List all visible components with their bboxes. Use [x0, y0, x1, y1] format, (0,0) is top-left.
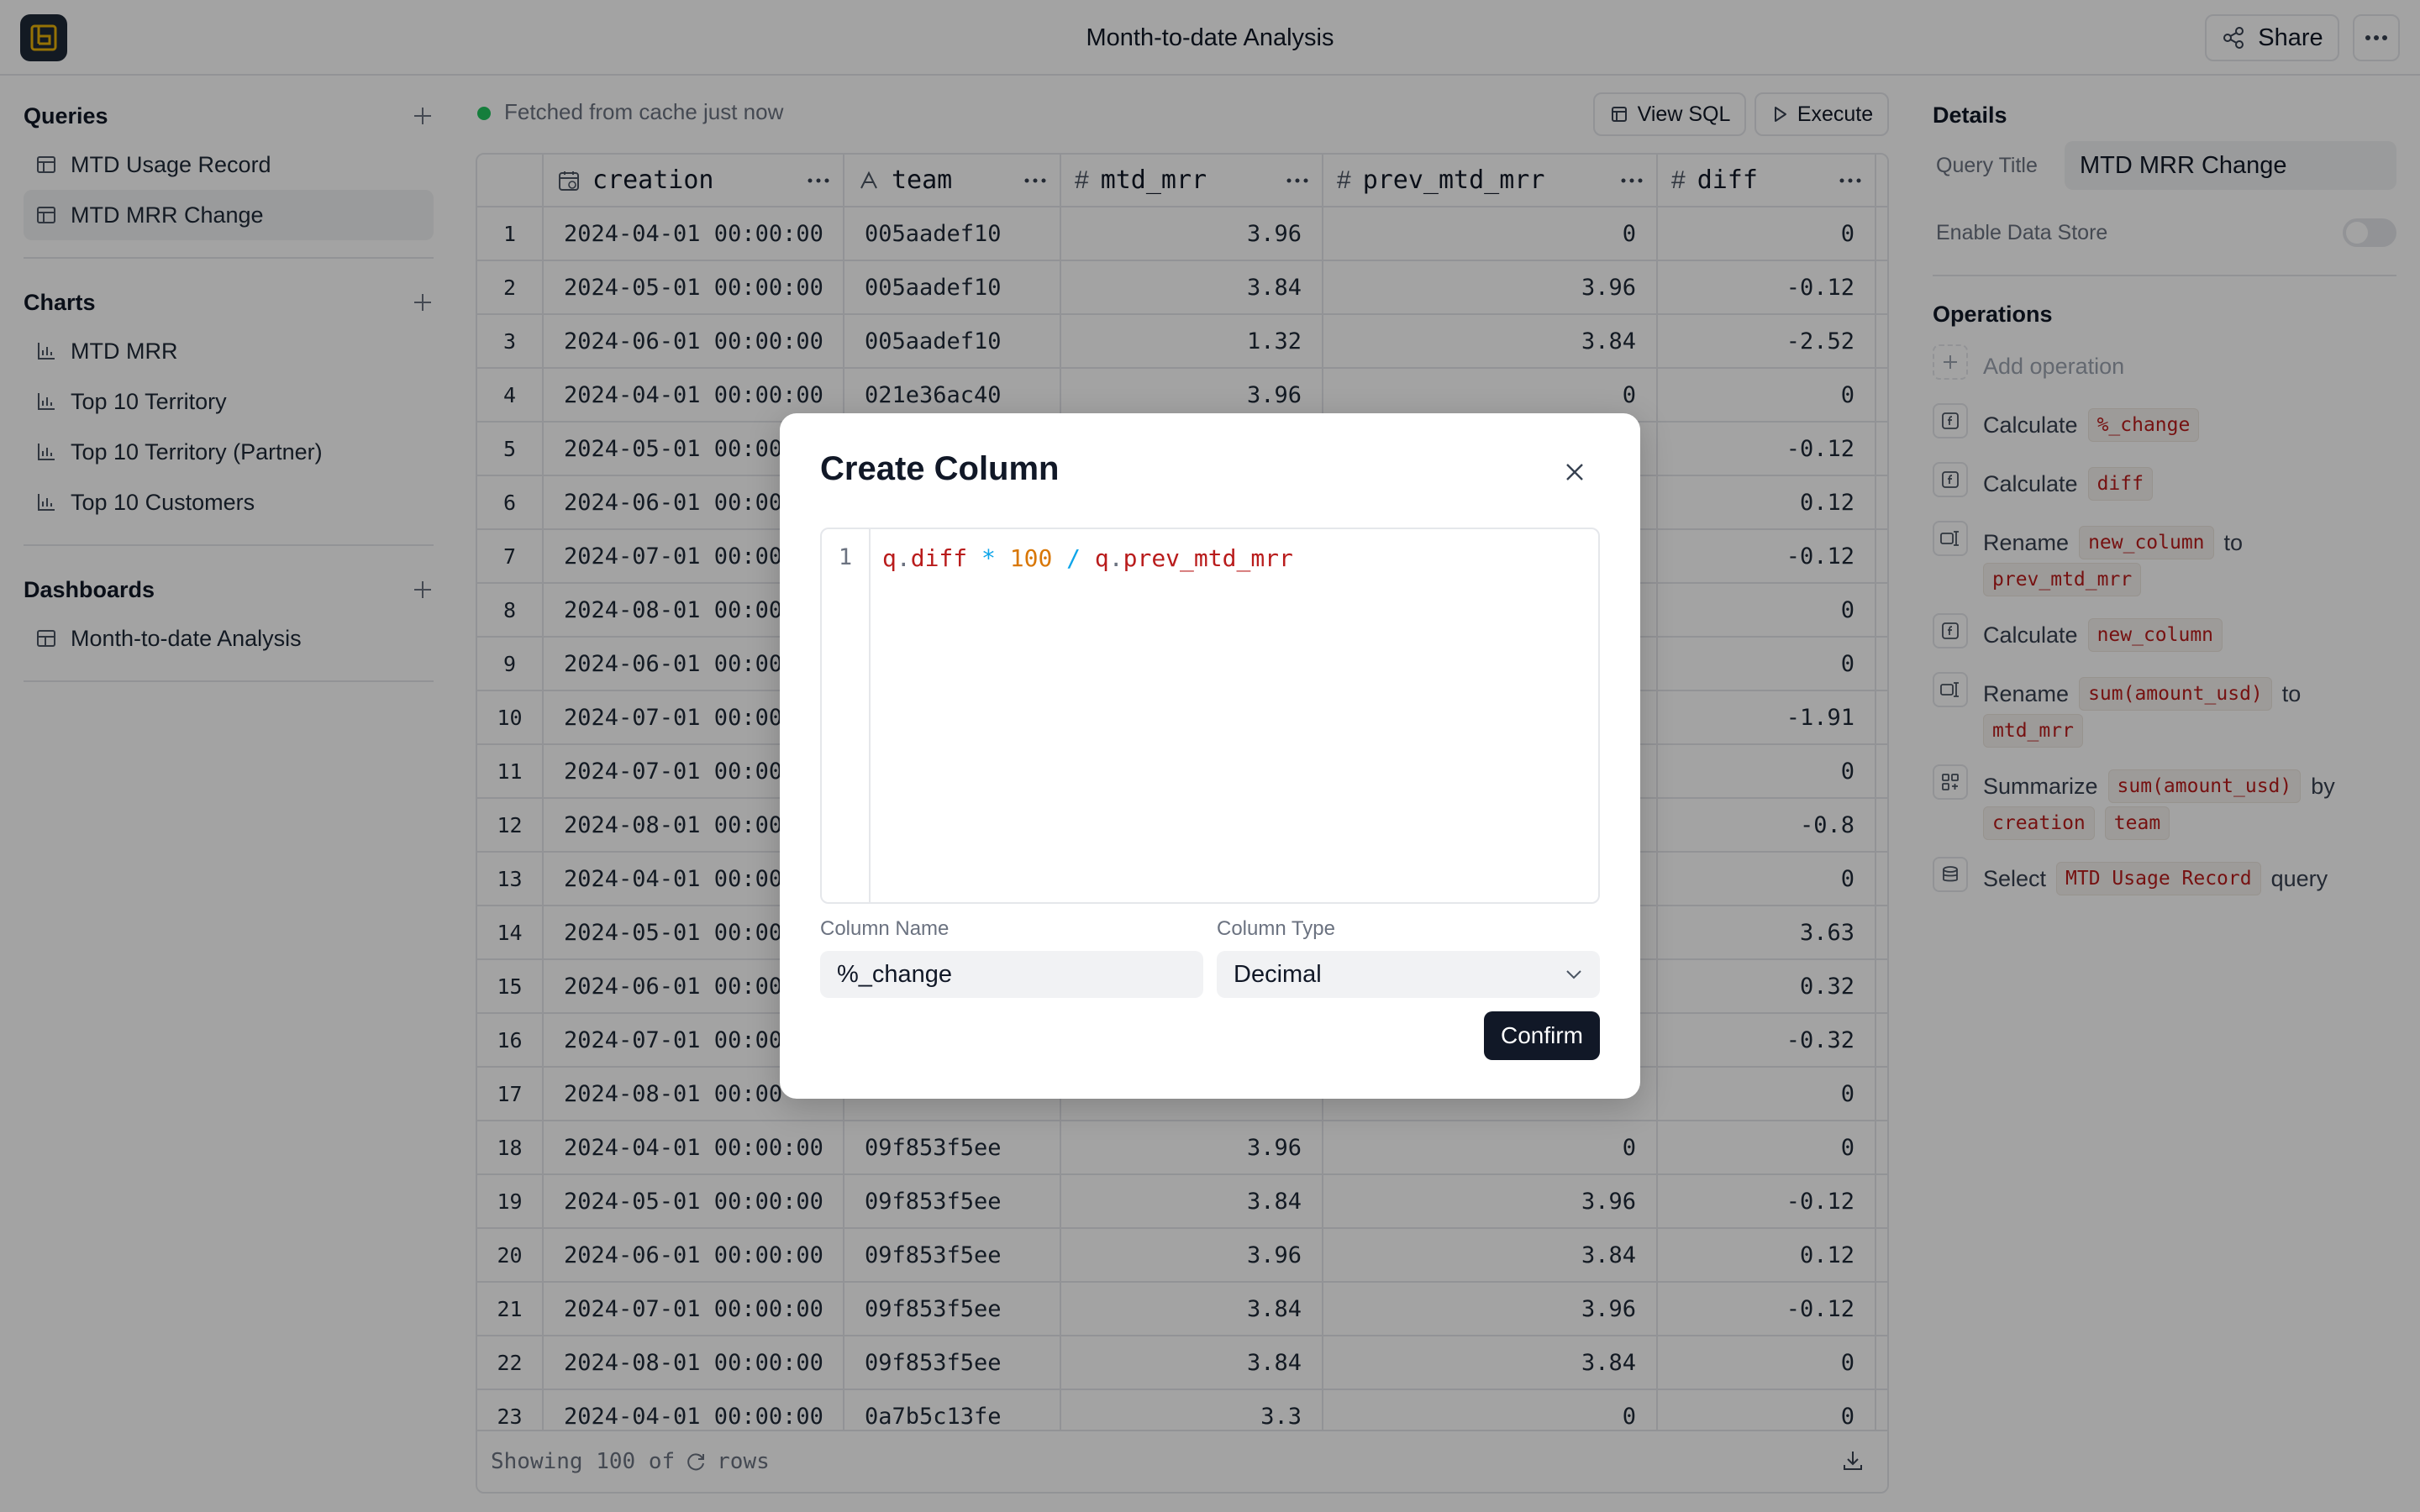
- expression-editor[interactable]: 1 q.diff * 100 / q.prev_mtd_mrr: [820, 528, 1600, 904]
- column-type-value: Decimal: [1234, 960, 1322, 988]
- column-name-input[interactable]: [820, 951, 1203, 998]
- confirm-button[interactable]: Confirm: [1484, 1011, 1600, 1060]
- close-icon: [1566, 464, 1583, 480]
- dialog-title: Create Column: [820, 450, 1060, 487]
- code-token: .: [1108, 544, 1123, 572]
- editor-gutter: 1: [822, 529, 871, 902]
- code-token: q: [882, 544, 897, 572]
- column-type-label: Column Type: [1217, 917, 1335, 940]
- close-button[interactable]: [1558, 455, 1591, 489]
- code-token: prev_mtd_mrr: [1123, 544, 1293, 572]
- code-token: diff: [910, 544, 968, 572]
- column-name-label: Column Name: [820, 917, 950, 940]
- column-type-select[interactable]: Decimal: [1217, 951, 1600, 998]
- code-token: /: [1066, 544, 1081, 572]
- code-token: *: [981, 544, 996, 572]
- create-column-dialog: Create Column 1 q.diff * 100 / q.prev_mt…: [780, 413, 1640, 1099]
- code-token: .: [896, 544, 911, 572]
- line-number: 1: [838, 544, 853, 570]
- code-token: 100: [1009, 544, 1053, 572]
- code-line[interactable]: q.diff * 100 / q.prev_mtd_mrr: [882, 544, 1293, 572]
- code-token: q: [1094, 544, 1109, 572]
- chevron-down-icon: [1566, 970, 1581, 979]
